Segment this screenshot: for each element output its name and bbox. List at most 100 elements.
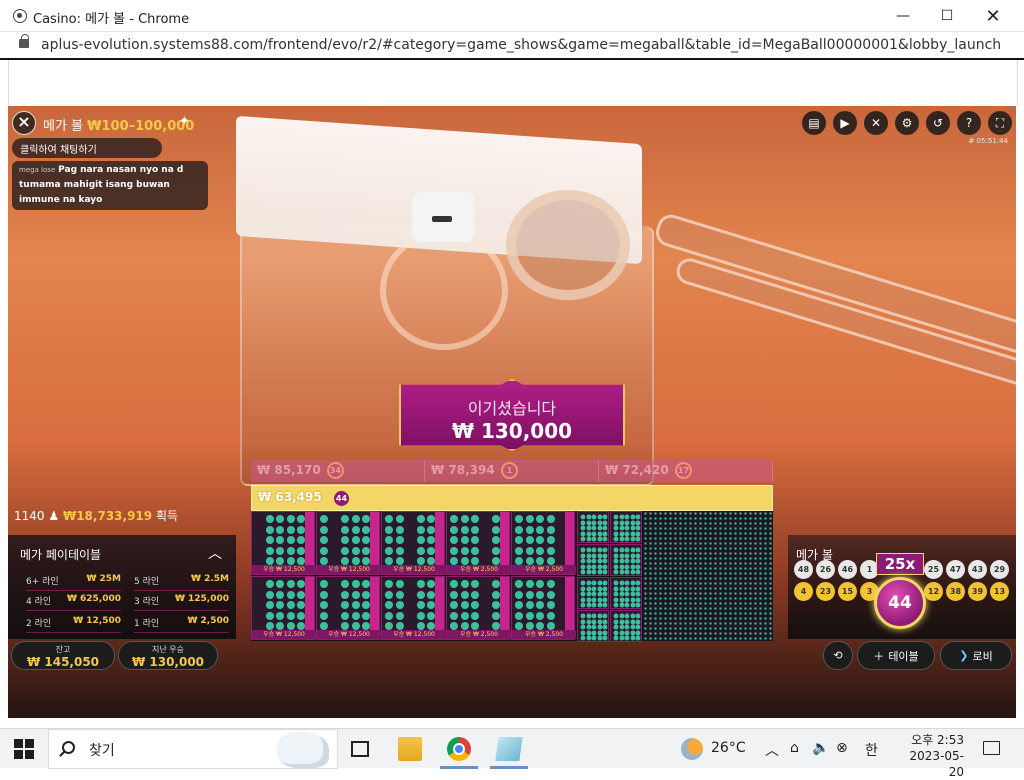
card-prize: 우승 ₩ 2,500: [512, 630, 576, 639]
page-top-margin: [0, 58, 1024, 106]
chevron-right-icon: ❯: [959, 649, 969, 662]
line-ball: 34: [327, 462, 344, 479]
scene-ring: [506, 190, 630, 300]
notification-icon[interactable]: [983, 741, 1000, 755]
chat-username: mega lose: [19, 166, 56, 174]
repeat-icon[interactable]: ⟲: [823, 641, 853, 670]
task-view-icon[interactable]: [351, 741, 369, 757]
bingo-card: 우승 ₩ 12,500: [381, 576, 446, 640]
bingo-card: 우승 ₩ 12,500: [251, 511, 316, 575]
round-id: # 05:51:44: [968, 137, 1008, 145]
win-amount: ₩ 130,000: [451, 419, 573, 443]
mic-muted-icon[interactable]: ⊗: [836, 740, 848, 756]
drawn-ball: 4: [794, 582, 813, 601]
bingo-card-small: [610, 511, 642, 543]
megaball: 44: [874, 577, 926, 629]
window-title: Casino: 메가 볼 - Chrome: [33, 12, 190, 27]
payout-row: 5 라인 ₩ 2.5M: [134, 574, 229, 591]
window-titlebar: Casino: 메가 볼 - Chrome — ☐ ✕: [0, 0, 1024, 32]
game-toolbar: ▤ ▶ ✕ ⚙ ↺ ? ⛶: [802, 111, 1012, 135]
close-window-button[interactable]: ✕: [970, 0, 1016, 32]
drawn-ball: 12: [924, 582, 943, 601]
line-cell: ₩ 72,420 17: [599, 460, 773, 482]
megaball-multiplier: 25x: [876, 553, 924, 575]
drawn-ball: 25: [924, 560, 943, 579]
card-prize: 우승 ₩ 2,500: [512, 565, 576, 574]
network-icon[interactable]: ⌂: [790, 740, 799, 756]
payout-row: 4 라인 ₩ 625,000: [26, 594, 121, 611]
maximize-button[interactable]: ☐: [924, 0, 970, 32]
win-banner: 이기셨습니다 ₩ 130,000: [399, 379, 625, 451]
bingo-card: 우승 ₩ 2,500: [446, 511, 511, 575]
volume-icon[interactable]: 🔈: [812, 740, 829, 756]
drawn-ball: 47: [946, 560, 965, 579]
ime-indicator[interactable]: 한: [865, 740, 878, 760]
table-button[interactable]: ＋ 테이블: [857, 641, 935, 670]
drawn-ball: 26: [816, 560, 835, 579]
chevron-up-icon[interactable]: ︿: [208, 543, 222, 563]
clock-date: 2023-05-20: [909, 749, 964, 779]
clock[interactable]: 오후 2:53 2023-05-20: [898, 732, 964, 780]
drawn-ball: 48: [794, 560, 813, 579]
bingo-card-small: [577, 577, 609, 609]
drawn-ball: 13: [990, 582, 1009, 601]
best-line-ball: 44: [332, 489, 351, 508]
bingo-card: 우승 ₩ 2,500: [446, 576, 511, 640]
bingo-card-small: [577, 511, 609, 543]
chrome-icon[interactable]: [447, 737, 471, 761]
address-bar[interactable]: aplus-evolution.systems88.com/frontend/e…: [0, 32, 1024, 58]
payout-row: 2 라인 ₩ 12,500: [26, 616, 121, 633]
chat-input-prompt[interactable]: 클릭하여 채팅하기: [12, 138, 162, 158]
drawn-ball: 15: [838, 582, 857, 601]
chat-icon[interactable]: ▤: [802, 111, 826, 135]
line-ball: 17: [675, 462, 692, 479]
casino-favicon-icon: [13, 9, 27, 23]
weather-icon[interactable]: [681, 738, 703, 760]
lobby-button[interactable]: ❯ 로비: [940, 641, 1012, 670]
mute-icon[interactable]: ✕: [864, 111, 888, 135]
fullscreen-icon[interactable]: ⛶: [988, 111, 1012, 135]
balance-label: 잔고: [55, 645, 71, 654]
app-icon[interactable]: [495, 737, 523, 761]
last-win-label: 지난 우승: [152, 645, 184, 654]
help-icon[interactable]: ?: [957, 111, 981, 135]
bingo-card: 우승 ₩ 2,500: [511, 576, 576, 640]
card-prize: 우승 ₩ 12,500: [317, 565, 381, 574]
total-win-suffix: 획득: [155, 509, 179, 523]
close-game-button[interactable]: ×: [12, 111, 36, 135]
search-placeholder: 찾기: [89, 743, 115, 759]
chevron-up-icon[interactable]: ︿: [765, 740, 779, 760]
bingo-card-small: [610, 610, 642, 642]
history-icon[interactable]: ↺: [926, 111, 950, 135]
line-cell: ₩ 78,394 1: [425, 460, 599, 482]
file-explorer-icon[interactable]: [398, 737, 422, 761]
bingo-card-small: [577, 544, 609, 576]
settings-gear-icon[interactable]: ⚙: [895, 111, 919, 135]
windows-start-icon[interactable]: [14, 739, 34, 759]
mini-cards-block: [643, 511, 773, 641]
card-prize: 우승 ₩ 2,500: [447, 565, 511, 574]
game-name: 메가 볼: [43, 119, 84, 134]
drawn-ball: 39: [968, 582, 987, 601]
search-icon: [62, 741, 75, 754]
minimize-button[interactable]: —: [880, 0, 926, 32]
card-prize: 우승 ₩ 2,500: [447, 630, 511, 639]
taskbar-search[interactable]: 찾기: [48, 729, 338, 769]
drawn-ball: 38: [946, 582, 965, 601]
url-text[interactable]: aplus-evolution.systems88.com/frontend/e…: [41, 37, 1001, 53]
game-viewport: × 메가 볼 ₩100–100,000 ✦ 클릭하여 채팅하기 mega los…: [8, 106, 1016, 718]
win-title: 이기셨습니다: [467, 399, 557, 418]
video-icon[interactable]: ▶: [833, 111, 857, 135]
best-line: ₩ 63,495 44: [251, 485, 773, 511]
bingo-cards-grid: 우승 ₩ 12,500 우승 ₩ 12,500 우승 ₩ 12,500 우승 ₩ 2,…: [251, 511, 773, 642]
temperature[interactable]: 26°C: [711, 740, 746, 756]
payout-row: 1 라인 ₩ 2,500: [134, 616, 229, 633]
balance-pill: 잔고 ₩ 145,050: [11, 641, 115, 670]
players-count: 1140: [14, 509, 45, 523]
person-icon: ♟: [48, 509, 60, 523]
chat-message: mega lose Pag nara nasan nyo na d tumama…: [12, 161, 208, 210]
plus-icon: ＋: [873, 649, 885, 663]
bingo-card-small: [610, 577, 642, 609]
bingo-card: 우승 ₩ 12,500: [316, 576, 381, 640]
payout-row: 6+ 라인 ₩ 25M: [26, 574, 121, 591]
